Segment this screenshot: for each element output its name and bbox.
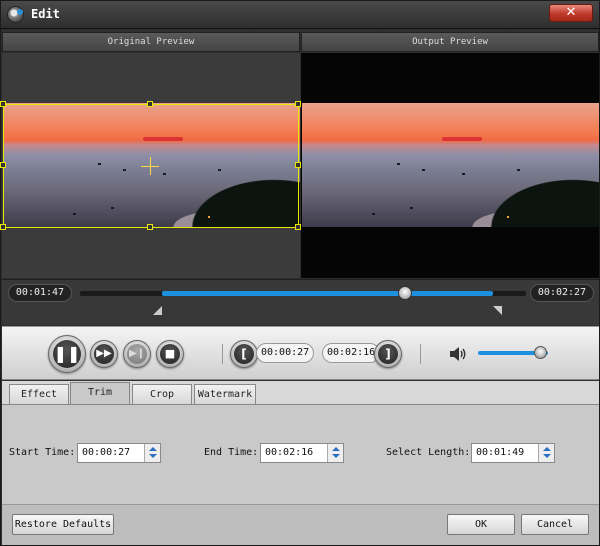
cancel-button[interactable]: Cancel: [521, 514, 589, 535]
close-button[interactable]: ✕: [549, 4, 593, 22]
select-length-arrows[interactable]: [538, 444, 554, 462]
current-time-display: 00:01:47: [8, 284, 72, 302]
restore-defaults-button[interactable]: Restore Defaults: [12, 514, 114, 535]
next-frame-icon: ▶❙: [128, 348, 146, 359]
tab-effect[interactable]: Effect: [9, 384, 69, 405]
start-time-spinner[interactable]: 00:00:27: [77, 443, 161, 463]
fast-forward-icon: ▶▶: [96, 348, 112, 359]
selection-range: [162, 291, 493, 296]
set-start-icon: [: [241, 347, 247, 361]
volume-knob[interactable]: [534, 346, 547, 359]
output-preview-label: Output Preview: [301, 32, 599, 52]
next-frame-button[interactable]: ▶❙: [123, 340, 151, 368]
app-logo-icon: [7, 6, 24, 23]
crop-handle-bottom[interactable]: [147, 224, 153, 230]
select-length-value: 00:01:49: [476, 447, 525, 458]
crop-handle-top[interactable]: [147, 101, 153, 107]
edit-window: Edit ✕ Original Preview Output Preview 0…: [0, 0, 600, 546]
footer: Restore Defaults OK Cancel: [2, 504, 599, 545]
start-time-arrows[interactable]: [144, 444, 160, 462]
crop-handle-left[interactable]: [0, 162, 6, 168]
ok-button[interactable]: OK: [447, 514, 515, 535]
end-time-label: End Time:: [204, 447, 259, 458]
stop-icon: ■: [164, 347, 176, 360]
separator: [420, 344, 421, 364]
seek-track[interactable]: [80, 286, 526, 300]
set-end-icon: ]: [385, 347, 391, 361]
tab-crop[interactable]: Crop: [132, 384, 192, 405]
end-time-arrows[interactable]: [327, 444, 343, 462]
separator: [222, 344, 223, 364]
start-time-label: Start Time:: [9, 447, 76, 458]
trim-panel: Start Time: 00:00:27 End Time: 00:02:16 …: [2, 404, 599, 504]
start-time-value: 00:00:27: [82, 447, 131, 458]
trim-end-time-display: 00:02:16: [322, 343, 380, 363]
crop-handle-top-left[interactable]: [0, 101, 6, 107]
set-end-button[interactable]: ]: [374, 340, 402, 368]
tab-trim[interactable]: Trim: [70, 382, 130, 406]
trim-start-marker[interactable]: [153, 306, 163, 315]
end-time-value: 00:02:16: [265, 447, 314, 458]
fast-forward-button[interactable]: ▶▶: [90, 340, 118, 368]
trim-end-marker[interactable]: [492, 306, 502, 315]
crop-handle-bottom-left[interactable]: [0, 224, 6, 230]
total-time-display: 00:02:27: [530, 284, 594, 302]
stop-button[interactable]: ■: [156, 340, 184, 368]
original-preview-label: Original Preview: [2, 32, 300, 52]
output-video-frame: [302, 103, 599, 227]
crop-center-crosshair-vertical: [150, 157, 151, 175]
select-length-label: Select Length:: [386, 447, 471, 458]
seek-knob[interactable]: [397, 286, 412, 300]
end-time-spinner[interactable]: 00:02:16: [260, 443, 344, 463]
pause-icon: ❚❚: [53, 344, 81, 363]
tab-watermark[interactable]: Watermark: [194, 384, 256, 405]
select-length-spinner[interactable]: 00:01:49: [471, 443, 555, 463]
title-bar[interactable]: Edit ✕: [1, 1, 599, 29]
volume-icon[interactable]: [449, 346, 467, 362]
pause-button[interactable]: ❚❚: [48, 335, 86, 373]
tab-strip: Effect Trim Crop Watermark: [2, 381, 599, 406]
trim-start-time-display: 00:00:27: [256, 343, 314, 363]
window-title: Edit: [31, 7, 60, 21]
playback-controls: ❚❚ ▶▶ ▶❙ ■ [ 00:00:27 00:02:16 ]: [2, 326, 599, 380]
timeline: 00:01:47 00:02:27: [2, 279, 599, 325]
output-preview-pane: [301, 53, 599, 278]
set-start-button[interactable]: [: [230, 340, 258, 368]
original-preview-pane[interactable]: [0, 53, 301, 278]
